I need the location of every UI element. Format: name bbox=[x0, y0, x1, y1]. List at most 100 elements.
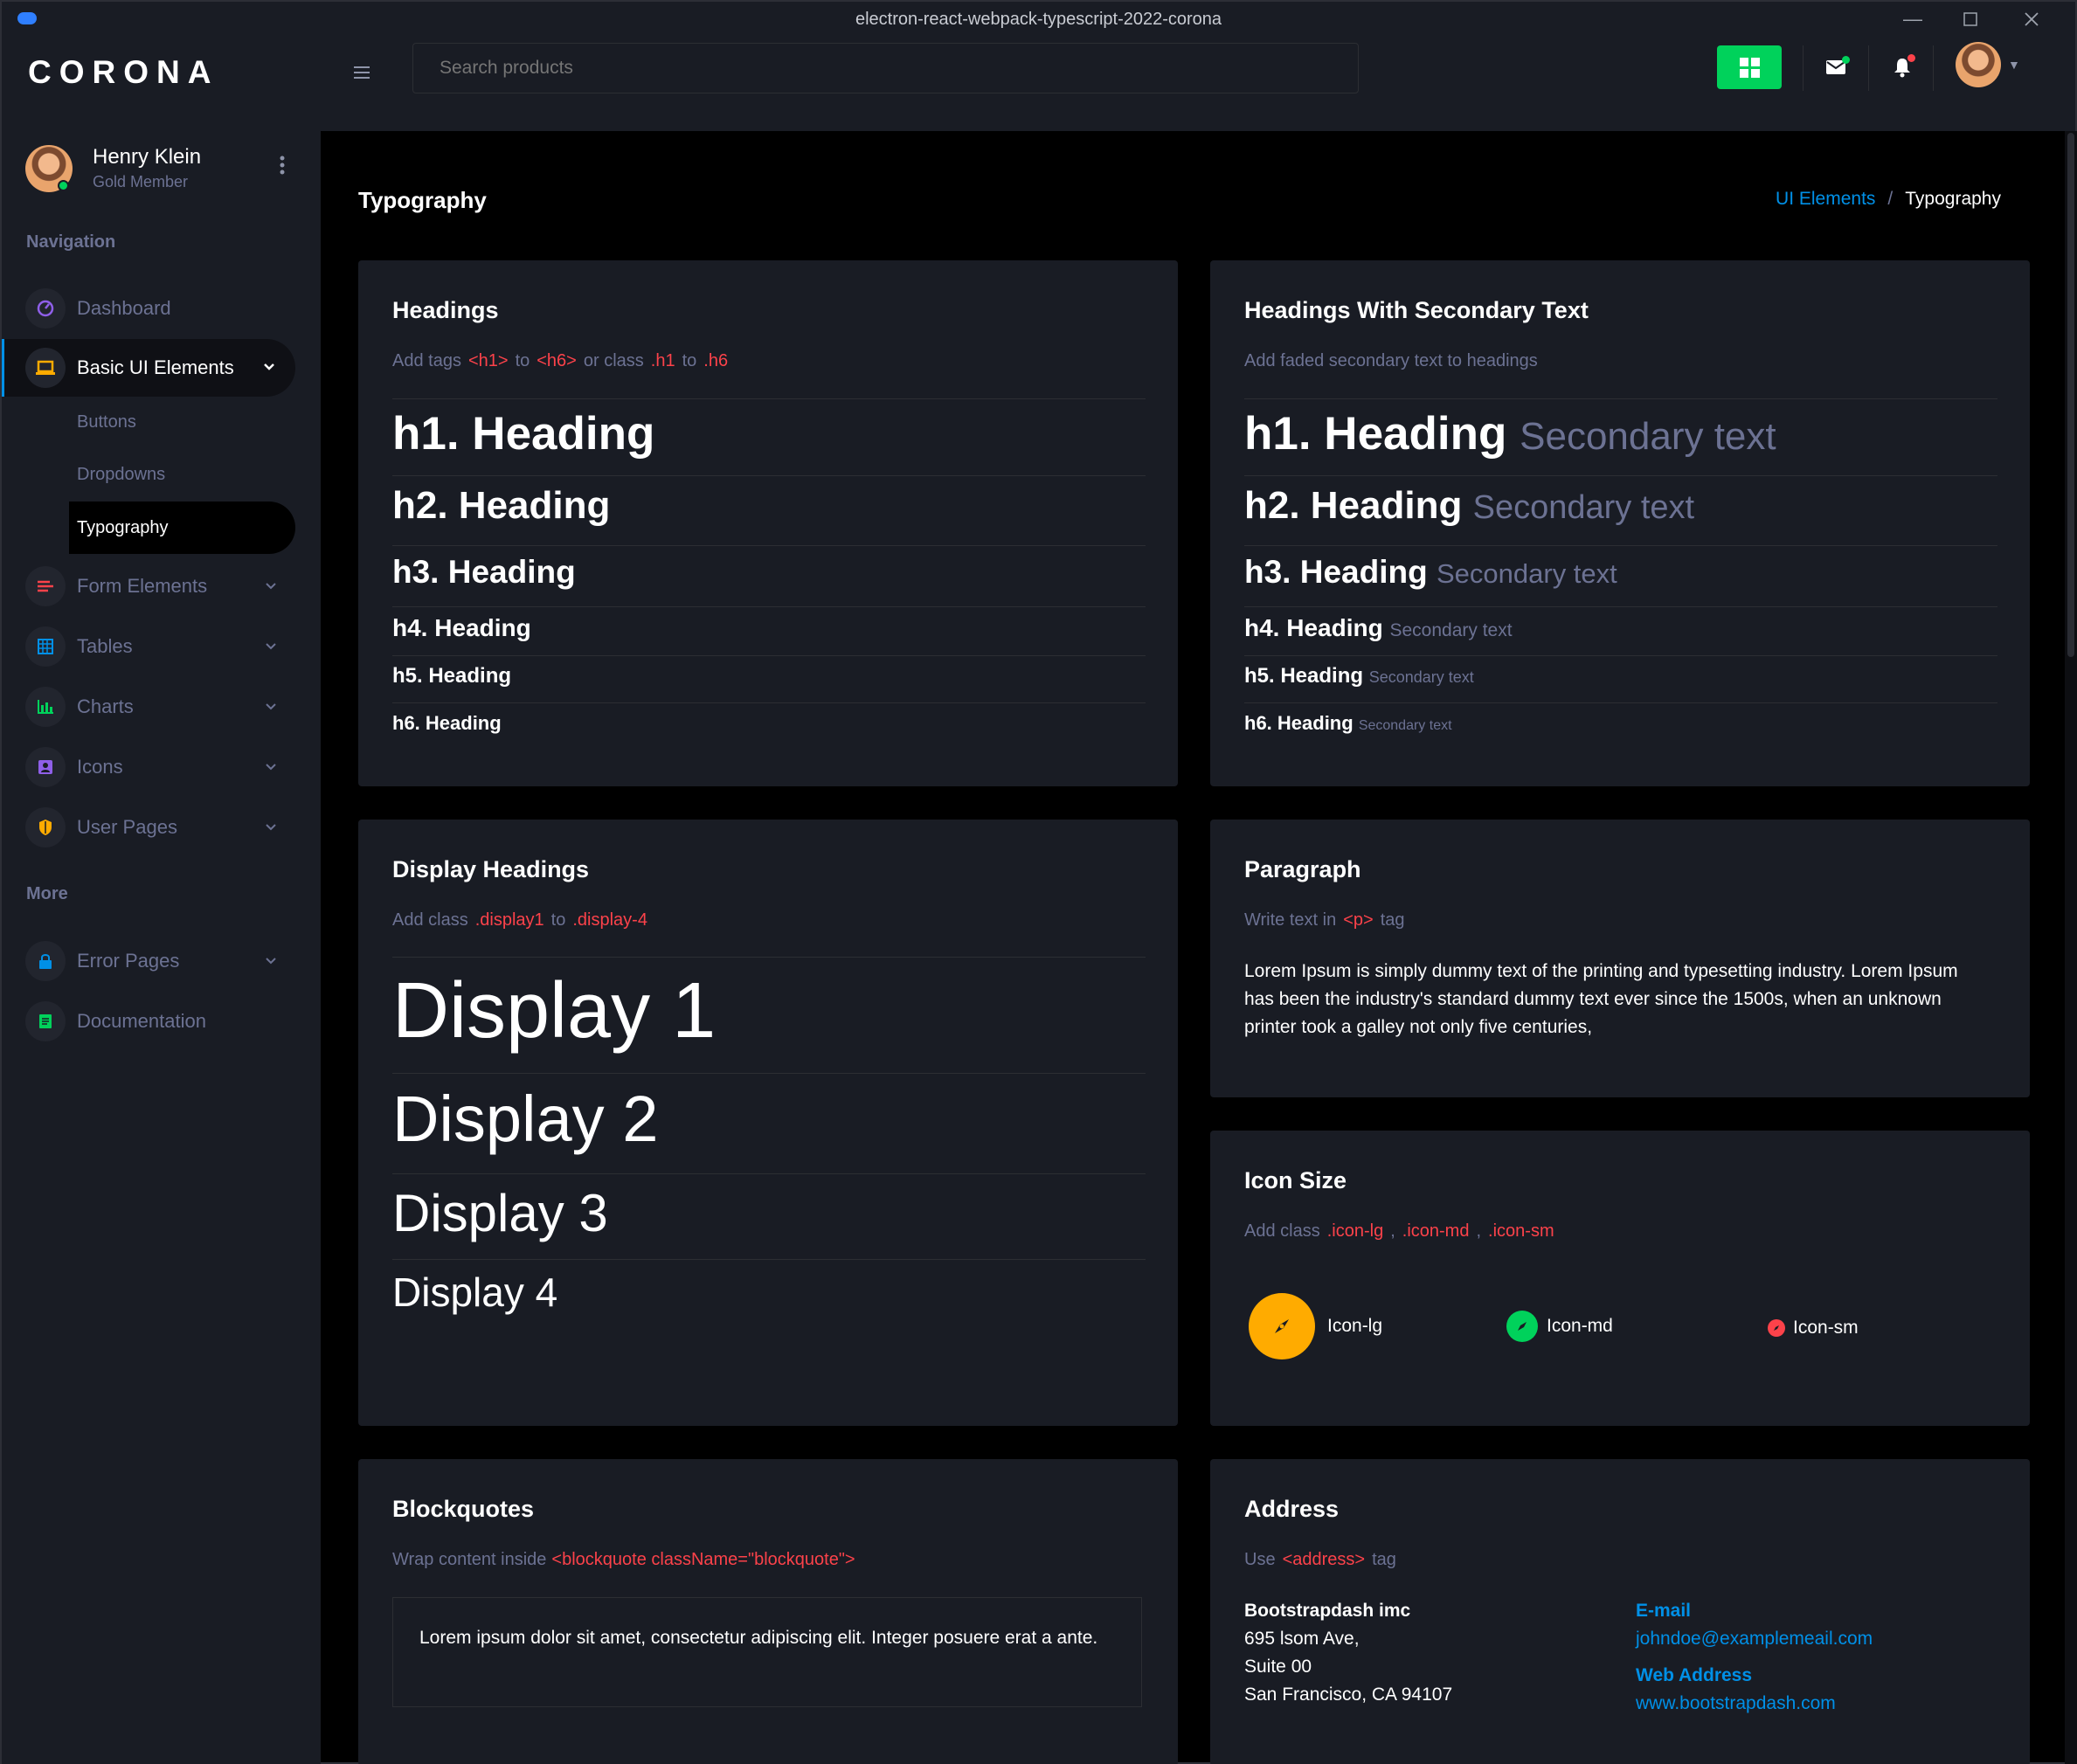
heading-h3-secondary: h3. Heading Secondary text bbox=[1244, 554, 1617, 591]
sidebar-item-label: Documentation bbox=[77, 1010, 206, 1032]
profile-name: Henry Klein bbox=[93, 145, 202, 169]
sidebar-item-charts[interactable]: Charts bbox=[2, 678, 295, 736]
divider bbox=[1244, 655, 1997, 656]
sidebar-item-user-pages[interactable]: User Pages bbox=[2, 799, 295, 856]
caret-down-icon[interactable]: ▼ bbox=[2008, 58, 2020, 72]
headings-secondary-card: Headings With Secondary Text Add faded s… bbox=[1210, 260, 2030, 786]
sidebar-item-label: Charts bbox=[77, 695, 134, 717]
code-snippet: <address> bbox=[1282, 1550, 1366, 1569]
card-title: Blockquotes bbox=[392, 1496, 535, 1522]
icon-sm-label: Icon-sm bbox=[1793, 1318, 1859, 1338]
app-window: electron-react-webpack-typescript-2022-c… bbox=[0, 0, 2077, 1764]
sidebar-item-error-pages[interactable]: Error Pages bbox=[2, 932, 295, 990]
code-snippet: .display1 bbox=[474, 910, 544, 930]
minimize-button[interactable]: — bbox=[1900, 7, 1926, 31]
divider bbox=[392, 606, 1146, 607]
card-title: Display Headings bbox=[392, 856, 590, 882]
search-input[interactable] bbox=[412, 43, 1359, 93]
card-description: Add class .display1 to .display-4 bbox=[392, 910, 654, 930]
code-snippet: <h1> bbox=[467, 351, 509, 370]
paragraph-card: Paragraph Write text in <p> tag Lorem Ipsu… bbox=[1210, 820, 2030, 1097]
divider bbox=[392, 1173, 1146, 1174]
security-icon bbox=[25, 807, 66, 847]
sidebar-item-label: Form Elements bbox=[77, 575, 208, 597]
compass-icon-md bbox=[1506, 1311, 1538, 1342]
nav-category-navigation: Navigation bbox=[26, 232, 116, 252]
paragraph-text: Lorem Ipsum is simply dummy text of the … bbox=[1244, 961, 1958, 1037]
notifications-indicator bbox=[1907, 54, 1915, 62]
sidebar-item-label: Dashboard bbox=[77, 297, 171, 319]
sidebar-item-form-elements[interactable]: Form Elements bbox=[2, 557, 295, 615]
divider bbox=[1244, 606, 1997, 607]
divider bbox=[392, 1259, 1146, 1260]
notifications-button[interactable] bbox=[1889, 54, 1915, 80]
card-description: Write text in <p> tag bbox=[1244, 910, 1405, 930]
profile-options-button[interactable] bbox=[280, 156, 285, 175]
card-description: Use <address> tag bbox=[1244, 1550, 1396, 1570]
sidebar-item-label: Tables bbox=[77, 635, 133, 657]
heading-h5: h5. Heading bbox=[392, 664, 512, 688]
window-title: electron-react-webpack-typescript-2022-c… bbox=[855, 9, 1222, 29]
table-icon bbox=[25, 626, 66, 667]
breadcrumb-current: Typography bbox=[1905, 189, 2001, 209]
heading-h4: h4. Heading bbox=[392, 614, 531, 641]
heading-h4-secondary: h4. Heading Secondary text bbox=[1244, 614, 1513, 642]
sidebar-item-dashboard[interactable]: Dashboard bbox=[2, 280, 295, 337]
blockquotes-card: Blockquotes Wrap content inside <blockquo… bbox=[358, 1459, 1178, 1764]
display-headings-card: Display Headings Add class .display1 to .di… bbox=[358, 820, 1178, 1426]
sidebar-subitem-typography[interactable]: Typography bbox=[69, 502, 295, 554]
menu-toggle-button[interactable] bbox=[354, 59, 378, 84]
secondary-text: Secondary text bbox=[1368, 668, 1474, 686]
sidebar-subitem-buttons[interactable]: Buttons bbox=[77, 412, 136, 432]
display-2: Display 2 bbox=[392, 1083, 659, 1155]
card-title: Headings With Secondary Text bbox=[1244, 297, 1589, 323]
messages-button[interactable] bbox=[1823, 54, 1850, 80]
breadcrumb: UI Elements / Typography bbox=[1776, 189, 2001, 210]
speedometer-icon bbox=[25, 288, 66, 329]
scrollbar-thumb[interactable] bbox=[2067, 133, 2074, 657]
address-card: Address Use <address> tag Bootstrapdash im… bbox=[1210, 1459, 2030, 1764]
heading-h5-secondary: h5. Heading Secondary text bbox=[1244, 664, 1474, 688]
header-divider bbox=[1803, 45, 1804, 91]
sidebar-subitem-dropdowns[interactable]: Dropdowns bbox=[77, 465, 165, 485]
messages-indicator bbox=[1842, 56, 1850, 64]
secondary-text: Secondary text bbox=[1389, 620, 1513, 640]
secondary-text: Secondary text bbox=[1358, 718, 1452, 733]
file-document-icon bbox=[25, 1001, 66, 1041]
desc-text: tag bbox=[1380, 910, 1405, 930]
code-snippet: .h1 bbox=[650, 351, 675, 370]
desc-text: , bbox=[1390, 1221, 1395, 1241]
app-icon bbox=[17, 12, 37, 24]
sidebar-item-tables[interactable]: Tables bbox=[2, 618, 295, 675]
email-link[interactable]: johndoe@examplemeail.com bbox=[1636, 1625, 1873, 1653]
web-address-link[interactable]: www.bootstrapdash.com bbox=[1636, 1690, 1873, 1718]
address-line1: 695 lsom Ave, bbox=[1244, 1629, 1360, 1649]
card-description: Add class .icon-lg, .icon-md, .icon-sm bbox=[1244, 1221, 1561, 1242]
web-address-label: Web Address bbox=[1636, 1665, 1753, 1685]
sidebar-item-label: Error Pages bbox=[77, 950, 180, 972]
apps-grid-button[interactable] bbox=[1717, 45, 1782, 89]
header-avatar[interactable] bbox=[1956, 42, 2001, 87]
blockquote: Lorem ipsum dolor sit amet, consectetur … bbox=[392, 1597, 1142, 1707]
icon-md-label: Icon-md bbox=[1547, 1316, 1613, 1336]
sidebar-item-basic-ui-elements[interactable]: Basic UI Elements bbox=[2, 339, 295, 397]
sidebar-item-label: Basic UI Elements bbox=[77, 356, 234, 378]
chevron-down-icon bbox=[266, 820, 276, 835]
brand-logo[interactable]: CORONA bbox=[28, 54, 218, 91]
icon-size-card: Icon Size Add class .icon-lg, .icon-md, .ic… bbox=[1210, 1131, 2030, 1426]
sidebar-item-documentation[interactable]: Documentation bbox=[2, 993, 295, 1050]
divider bbox=[392, 398, 1146, 399]
heading-h6: h6. Heading bbox=[392, 712, 502, 734]
breadcrumb-link-ui-elements[interactable]: UI Elements bbox=[1776, 189, 1875, 210]
divider bbox=[392, 545, 1146, 546]
close-window-button[interactable] bbox=[2018, 7, 2045, 31]
heading-h2-secondary: h2. Heading Secondary text bbox=[1244, 484, 1694, 528]
heading-text: h4. Heading bbox=[1244, 614, 1383, 641]
address-block: Bootstrapdash imc 695 lsom Ave, Suite 00… bbox=[1244, 1597, 1452, 1709]
desc-text: to bbox=[682, 351, 697, 370]
icon-md-demo: Icon-md bbox=[1506, 1311, 1613, 1342]
maximize-button[interactable] bbox=[1957, 7, 1984, 31]
laptop-icon bbox=[25, 348, 66, 388]
sidebar-item-icons[interactable]: Icons bbox=[2, 738, 295, 796]
sidebar: Henry Klein Gold Member Navigation Dashb… bbox=[2, 131, 321, 1764]
